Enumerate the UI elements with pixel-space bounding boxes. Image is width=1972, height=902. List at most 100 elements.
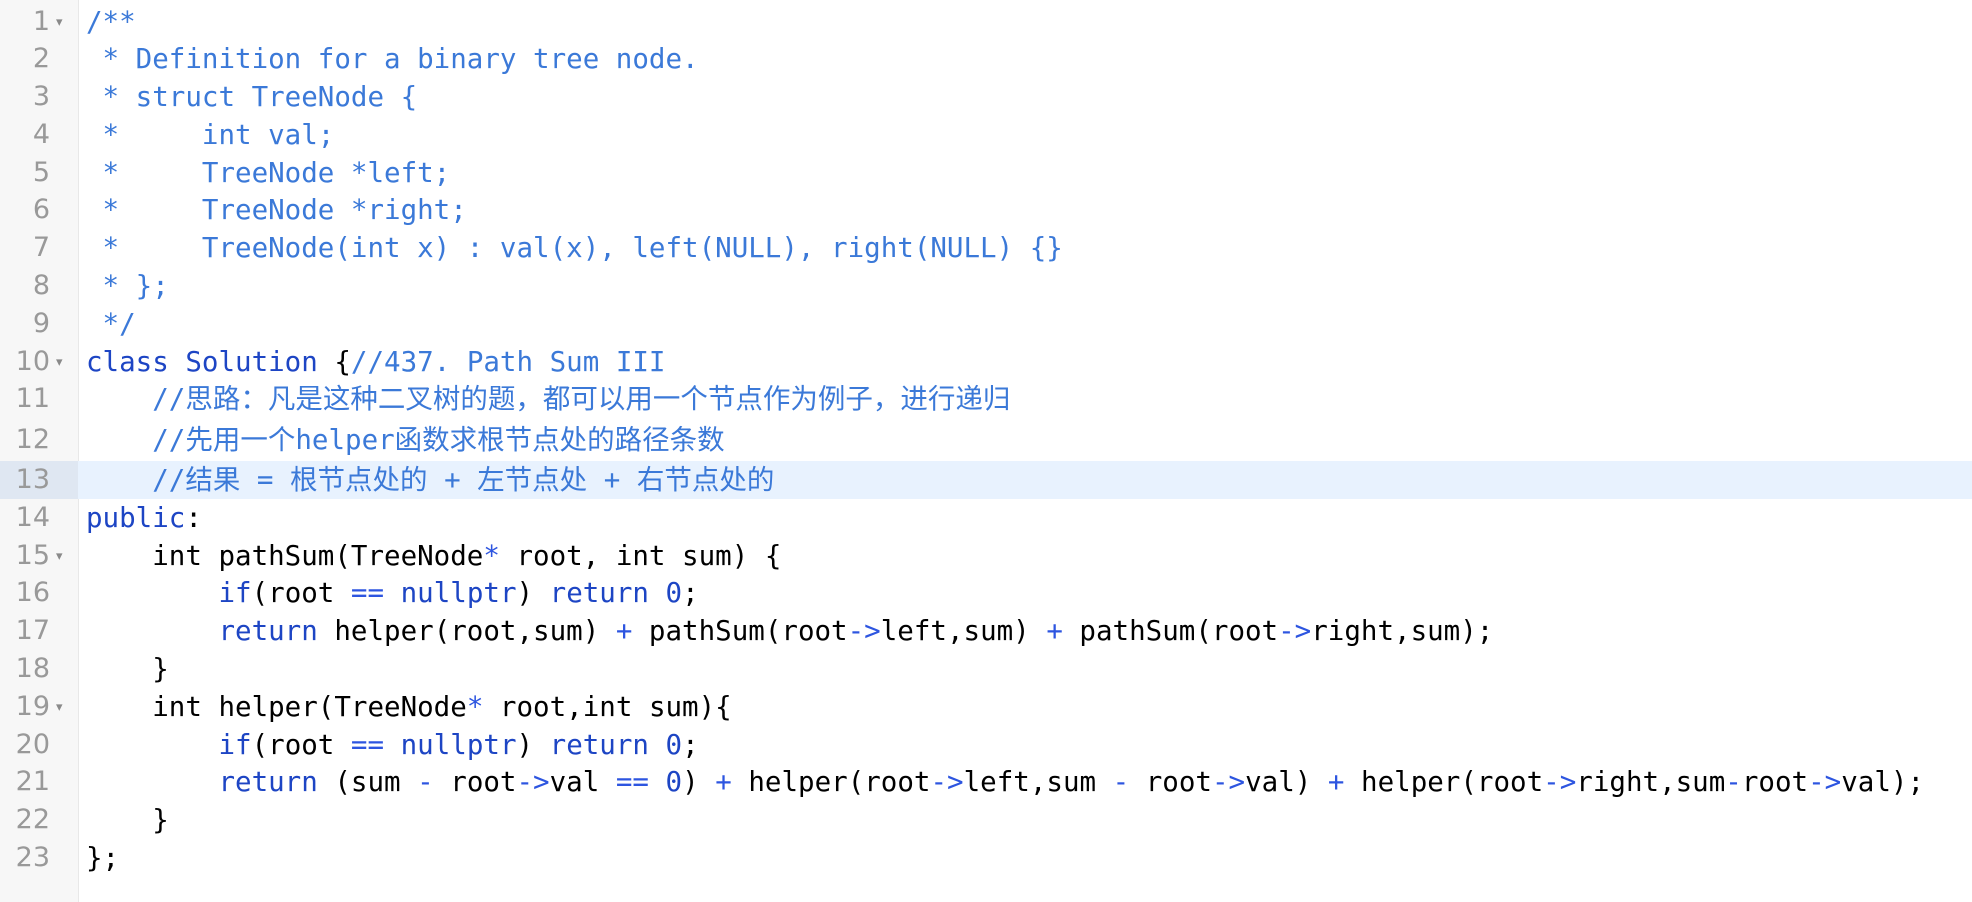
code-line[interactable]: 6 * TreeNode *right;: [0, 191, 1972, 229]
line-number: 21: [15, 766, 50, 797]
code-line-active[interactable]: 13 //结果 = 根节点处的 + 左节点处 + 右节点处的: [0, 461, 1972, 499]
operator-token: -: [417, 766, 434, 798]
code-line[interactable]: 10 ▾ class Solution {//437. Path Sum III: [0, 343, 1972, 381]
line-gutter-cell: 2: [0, 40, 78, 78]
line-gutter-cell: 16: [0, 574, 78, 612]
code-text: * TreeNode *right;: [86, 194, 467, 226]
line-gutter-cell: 5: [0, 154, 78, 192]
line-number: 13: [15, 464, 50, 495]
code-token: ): [516, 729, 550, 761]
line-gutter-cell: 6: [0, 191, 78, 229]
line-gutter-cell: 10 ▾: [0, 343, 78, 381]
fold-toggle-icon[interactable]: ▾: [56, 343, 63, 381]
line-number: 3: [32, 81, 50, 112]
operator-token: ==: [350, 729, 385, 761]
code-text: if(root == nullptr) return 0;: [86, 574, 698, 612]
code-token: ;: [682, 729, 699, 761]
code-line[interactable]: 18 }: [0, 650, 1972, 688]
code-token: helper(root,sum): [317, 615, 616, 647]
fold-toggle-icon[interactable]: ▾: [56, 3, 63, 41]
line-number: 19: [15, 691, 50, 722]
code-token: root, int sum) {: [499, 540, 782, 572]
line-number: 7: [32, 232, 50, 263]
code-text: * Definition for a binary tree node.: [86, 43, 699, 75]
line-number: 22: [15, 804, 50, 835]
operator-token: ->: [516, 766, 550, 798]
code-line[interactable]: 21 return (sum - root->val == 0) + helpe…: [0, 763, 1972, 801]
line-number: 14: [15, 502, 50, 533]
code-line[interactable]: 22 }: [0, 801, 1972, 839]
keyword-token: return: [218, 615, 318, 647]
code-line[interactable]: 20 if(root == nullptr) return 0;: [0, 726, 1972, 764]
keyword-token: class Solution: [86, 346, 318, 378]
code-line[interactable]: 1 ▾ /**: [0, 3, 1972, 41]
line-gutter-cell: 9: [0, 305, 78, 343]
line-gutter-cell: 8: [0, 267, 78, 305]
line-gutter-cell: 18: [0, 650, 78, 688]
line-gutter-cell: 15 ▾: [0, 537, 78, 575]
line-gutter-cell: 11: [0, 380, 78, 418]
code-token: left,sum: [963, 766, 1113, 798]
line-gutter-cell: 12: [0, 421, 78, 459]
line-number: 8: [32, 270, 50, 301]
fold-toggle-icon[interactable]: ▾: [56, 688, 63, 726]
code-line[interactable]: 4 * int val;: [0, 116, 1972, 154]
keyword-token: nullptr: [400, 729, 517, 761]
operator-token: +: [615, 615, 633, 647]
operator-token: ->: [930, 766, 964, 798]
line-number: 11: [15, 383, 50, 414]
code-line[interactable]: 14 public:: [0, 499, 1972, 537]
code-line[interactable]: 8 * };: [0, 267, 1972, 305]
line-gutter-cell: 7: [0, 229, 78, 267]
code-line[interactable]: 12 //先用一个helper函数求根节点处的路径条数: [0, 421, 1972, 459]
number-token: 0: [665, 577, 683, 609]
fold-toggle-icon[interactable]: ▾: [56, 537, 63, 575]
operator-token: *: [466, 691, 484, 723]
code-line[interactable]: 7 * TreeNode(int x) : val(x), left(NULL)…: [0, 229, 1972, 267]
code-text: public:: [86, 499, 202, 537]
operator-token: +: [1327, 766, 1345, 798]
punctuation-token: {: [317, 346, 351, 378]
code-text: * struct TreeNode {: [86, 81, 418, 113]
line-gutter-cell: 17: [0, 612, 78, 650]
operator-token: -: [1725, 766, 1742, 798]
code-token: helper(root: [731, 766, 931, 798]
line-gutter-cell: 22: [0, 801, 78, 839]
code-line[interactable]: 11 //思路：凡是这种二叉树的题，都可以用一个节点作为例子，进行递归: [0, 380, 1972, 418]
code-line[interactable]: 9 */: [0, 305, 1972, 343]
code-token: root: [433, 766, 517, 798]
code-line[interactable]: 2 * Definition for a binary tree node.: [0, 40, 1972, 78]
line-number: 12: [15, 424, 50, 455]
code-text: * TreeNode *left;: [86, 157, 451, 189]
code-line[interactable]: 15 ▾ int pathSum(TreeNode* root, int sum…: [0, 537, 1972, 575]
code-line[interactable]: 19 ▾ int helper(TreeNode* root,int sum){: [0, 688, 1972, 726]
keyword-token: public: [86, 502, 186, 534]
code-text: int helper(TreeNode* root,int sum){: [86, 688, 732, 726]
line-gutter-cell: 20: [0, 726, 78, 764]
code-text: * TreeNode(int x) : val(x), left(NULL), …: [86, 232, 1063, 264]
number-token: 0: [665, 766, 683, 798]
code-text: class Solution {//437. Path Sum III: [86, 343, 666, 381]
code-token: root,int sum){: [483, 691, 732, 723]
punctuation-token: :: [185, 502, 202, 534]
code-line[interactable]: 5 * TreeNode *left;: [0, 154, 1972, 192]
line-number: 9: [32, 308, 50, 339]
line-gutter-cell: 4: [0, 116, 78, 154]
operator-token: +: [715, 766, 732, 798]
line-gutter-cell: 19 ▾: [0, 688, 78, 726]
code-token: (sum: [317, 766, 418, 798]
code-text: //先用一个helper函数求根节点处的路径条数: [86, 424, 725, 456]
code-text: return (sum - root->val == 0) + helper(r…: [86, 763, 1924, 801]
code-line[interactable]: 23 };: [0, 839, 1972, 877]
line-gutter-cell: 1 ▾: [0, 3, 78, 41]
code-line[interactable]: 16 if(root == nullptr) return 0;: [0, 574, 1972, 612]
code-line[interactable]: 17 return helper(root,sum) + pathSum(roo…: [0, 612, 1972, 650]
code-line[interactable]: 3 * struct TreeNode {: [0, 78, 1972, 116]
code-editor[interactable]: 1 ▾ /** 2 * Definition for a binary tree…: [0, 0, 1972, 902]
